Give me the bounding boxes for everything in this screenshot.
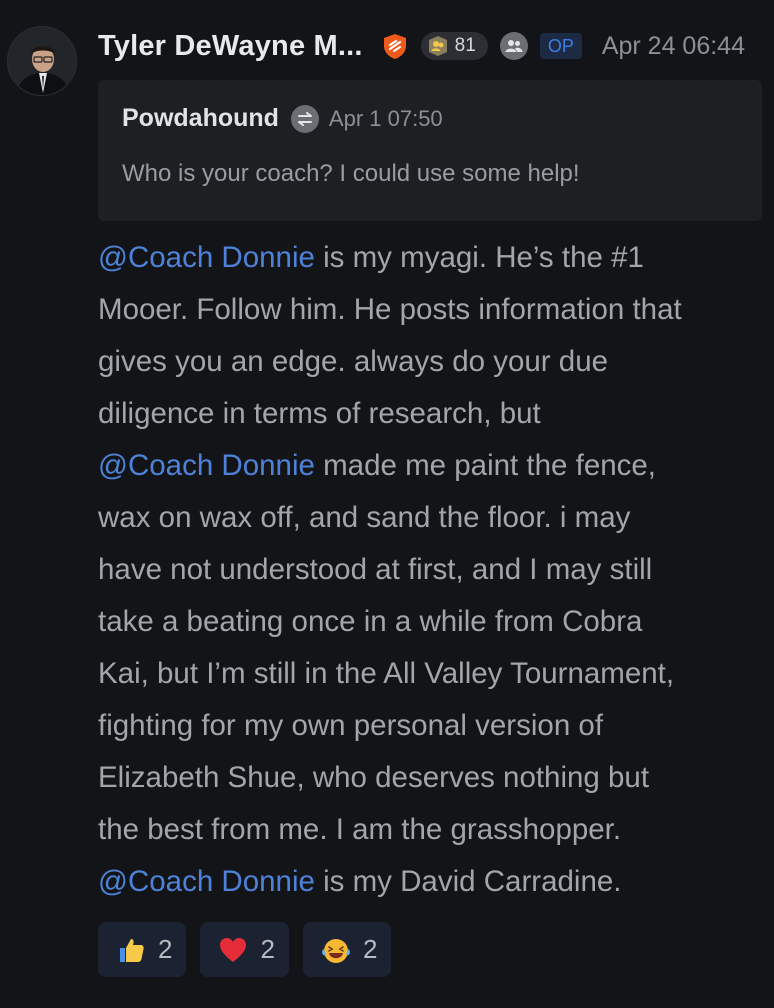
- body-line: Elizabeth Shue, who deserves nothing but: [98, 752, 768, 804]
- body-text: is my David Carradine.: [314, 865, 622, 898]
- user-mention[interactable]: @Coach Donnie: [98, 449, 315, 482]
- post: Tyler DeWayne M... 81 OP Apr 24 06:44 Po…: [0, 0, 774, 1008]
- body-text: gives you an edge. always do your due: [98, 345, 609, 378]
- body-line: have not understood at first, and I may …: [98, 544, 768, 596]
- body-text: have not understood at first, and I may …: [98, 553, 653, 586]
- body-text: wax on wax off, and sand the floor. i ma…: [98, 501, 631, 534]
- quote-timestamp: Apr 1 07:50: [328, 105, 443, 131]
- level-number: 81: [454, 35, 476, 56]
- body-text: fighting for my own personal version of: [98, 709, 604, 742]
- author-name[interactable]: Tyler DeWayne M...: [98, 30, 363, 63]
- post-timestamp: Apr 24 06:44: [601, 31, 745, 60]
- body-text: Elizabeth Shue, who deserves nothing but: [98, 761, 650, 794]
- body-text: take a beating once in a while from Cobr…: [98, 605, 643, 638]
- group-icon[interactable]: [499, 32, 528, 60]
- laughing-tears-icon: [321, 935, 351, 965]
- user-mention[interactable]: @Coach Donnie: [98, 241, 315, 274]
- body-line: fighting for my own personal version of: [98, 700, 768, 752]
- body-line: @Coach Donnie made me paint the fence,: [98, 440, 768, 492]
- post-header: Tyler DeWayne M... 81 OP Apr 24 06:44: [98, 24, 745, 68]
- body-text: the best from me. I am the grasshopper.: [98, 813, 622, 846]
- quote-text: Who is your coach? I could use some help…: [122, 160, 580, 187]
- reaction-count: 2: [158, 934, 173, 964]
- body-line: wax on wax off, and sand the floor. i ma…: [98, 492, 768, 544]
- body-text: is my myagi. He’s the #1: [314, 241, 644, 274]
- thumbs-up-icon: [116, 935, 146, 965]
- body-line: gives you an edge. always do your due: [98, 336, 768, 388]
- user-mention[interactable]: @Coach Donnie: [98, 865, 315, 898]
- op-badge: OP: [539, 33, 582, 59]
- body-line: Kai, but I’m still in the All Valley Tou…: [98, 648, 768, 700]
- reactions-bar: 2 2 2: [98, 922, 392, 977]
- post-body: @Coach Donnie is my myagi. He’s the #1 Mo…: [98, 232, 768, 908]
- author-photo: [8, 27, 76, 95]
- level-badge[interactable]: 81: [420, 32, 488, 60]
- heart-icon: [218, 935, 248, 965]
- quoted-reply[interactable]: Powdahound Apr 1 07:50 Who is your coach…: [98, 80, 762, 221]
- avatar[interactable]: [7, 26, 77, 96]
- reaction-count: 2: [260, 934, 275, 964]
- quote-header: Powdahound Apr 1 07:50: [122, 104, 443, 133]
- body-text: Kai, but I’m still in the All Valley Tou…: [98, 657, 675, 690]
- users-level-icon: [427, 35, 449, 57]
- body-line: take a beating once in a while from Cobr…: [98, 596, 768, 648]
- quote-author[interactable]: Powdahound: [122, 104, 279, 133]
- body-line: the best from me. I am the grasshopper.: [98, 804, 768, 856]
- body-line: @Coach Donnie is my myagi. He’s the #1: [98, 232, 768, 284]
- body-text: diligence in terms of research, but: [98, 397, 541, 430]
- body-text: made me paint the fence,: [314, 449, 656, 482]
- reaction-count: 2: [362, 934, 378, 964]
- reaction-heart[interactable]: 2: [200, 922, 289, 977]
- body-line: @Coach Donnie is my David Carradine.: [98, 856, 768, 908]
- body-text: Mooer. Follow him. He posts information …: [98, 293, 682, 326]
- body-line: diligence in terms of research, but: [98, 388, 768, 440]
- reaction-thumbs-up[interactable]: 2: [98, 922, 187, 977]
- shield-badge-icon: [381, 32, 409, 60]
- body-line: Mooer. Follow him. He posts information …: [98, 284, 768, 336]
- switch-arrows-icon: [290, 104, 319, 133]
- reaction-laughing-tears[interactable]: 2: [302, 922, 392, 977]
